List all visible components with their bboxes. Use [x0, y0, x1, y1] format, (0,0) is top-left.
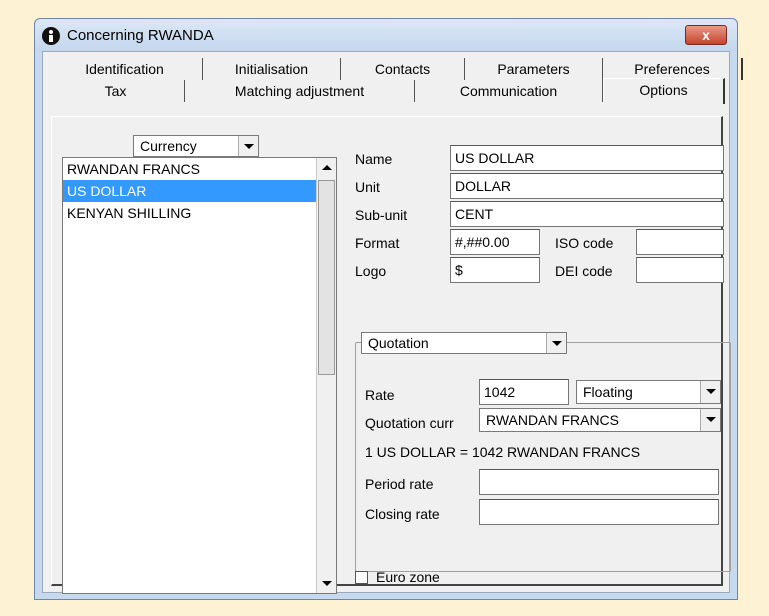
list-item-selected[interactable]: US DOLLAR: [63, 180, 316, 202]
euro-zone-label: Euro zone: [376, 569, 440, 585]
title-bar[interactable]: Concerning RWANDA x: [35, 19, 737, 51]
currency-list[interactable]: RWANDAN FRANCS US DOLLAR KENYAN SHILLING: [62, 157, 337, 594]
chevron-down-icon[interactable]: [546, 333, 566, 353]
iso-code-label: ISO code: [555, 235, 614, 251]
dei-code-field[interactable]: [636, 257, 724, 283]
tab-initialisation[interactable]: Initialisation: [203, 58, 341, 80]
subunit-label: Sub-unit: [355, 207, 408, 223]
rate-type-combo[interactable]: Floating: [576, 380, 721, 404]
name-label: Name: [355, 151, 393, 167]
closing-rate-field[interactable]: [479, 499, 719, 525]
period-rate-label: Period rate: [365, 476, 434, 492]
tab-matching-adjustment[interactable]: Matching adjustment: [185, 80, 415, 102]
tab-preferences[interactable]: Preferences: [603, 58, 743, 80]
scroll-up-icon[interactable]: [317, 158, 336, 178]
scroll-thumb[interactable]: [318, 180, 335, 375]
quotation-curr-label: Quotation curr: [365, 415, 454, 431]
list-item[interactable]: RWANDAN FRANCS: [63, 158, 316, 180]
currency-combo-value: Currency: [140, 138, 197, 154]
unit-label: Unit: [355, 179, 380, 195]
chevron-down-icon[interactable]: [700, 381, 720, 403]
euro-zone-checkbox[interactable]: [355, 571, 368, 584]
subunit-field[interactable]: CENT: [450, 201, 724, 227]
dialog-client: Identification Initialisation Contacts P…: [42, 51, 743, 594]
period-rate-field[interactable]: [479, 469, 719, 495]
tab-parameters[interactable]: Parameters: [465, 58, 603, 80]
info-icon: [42, 27, 60, 45]
name-field[interactable]: US DOLLAR: [450, 145, 724, 171]
list-item[interactable]: KENYAN SHILLING: [63, 202, 316, 224]
rate-label: Rate: [365, 387, 395, 403]
rate-type-value: Floating: [583, 384, 633, 400]
tab-options[interactable]: Options: [603, 78, 725, 104]
format-label: Format: [355, 235, 400, 251]
list-scrollbar[interactable]: [316, 158, 336, 593]
quotation-curr-value: RWANDAN FRANCS: [486, 412, 620, 428]
scroll-down-icon[interactable]: [317, 573, 336, 593]
format-field[interactable]: #,##0.00: [450, 229, 540, 255]
dialog-window: Concerning RWANDA x Identification Initi…: [34, 18, 743, 600]
close-button[interactable]: x: [685, 25, 727, 45]
rate-field[interactable]: 1042: [479, 379, 569, 405]
chevron-down-icon[interactable]: [700, 409, 720, 431]
tab-contacts[interactable]: Contacts: [341, 58, 465, 80]
currency-combo[interactable]: Currency: [133, 135, 259, 157]
quotation-combo[interactable]: Quotation: [361, 332, 567, 354]
tab-tax[interactable]: Tax: [47, 80, 185, 102]
iso-code-field[interactable]: [636, 229, 724, 255]
conversion-text: 1 US DOLLAR = 1042 RWANDAN FRANCS: [365, 444, 641, 460]
logo-label: Logo: [355, 263, 387, 279]
window-title: Concerning RWANDA: [67, 27, 214, 44]
tab-identification[interactable]: Identification: [47, 58, 203, 80]
logo-field[interactable]: $: [450, 257, 540, 283]
quotation-curr-combo[interactable]: RWANDAN FRANCS: [479, 408, 721, 432]
dei-code-label: DEI code: [555, 263, 613, 279]
tab-communication[interactable]: Communication: [415, 80, 603, 102]
closing-rate-label: Closing rate: [365, 506, 440, 522]
unit-field[interactable]: DOLLAR: [450, 173, 724, 199]
quotation-combo-value: Quotation: [368, 335, 429, 351]
chevron-down-icon[interactable]: [238, 136, 258, 156]
